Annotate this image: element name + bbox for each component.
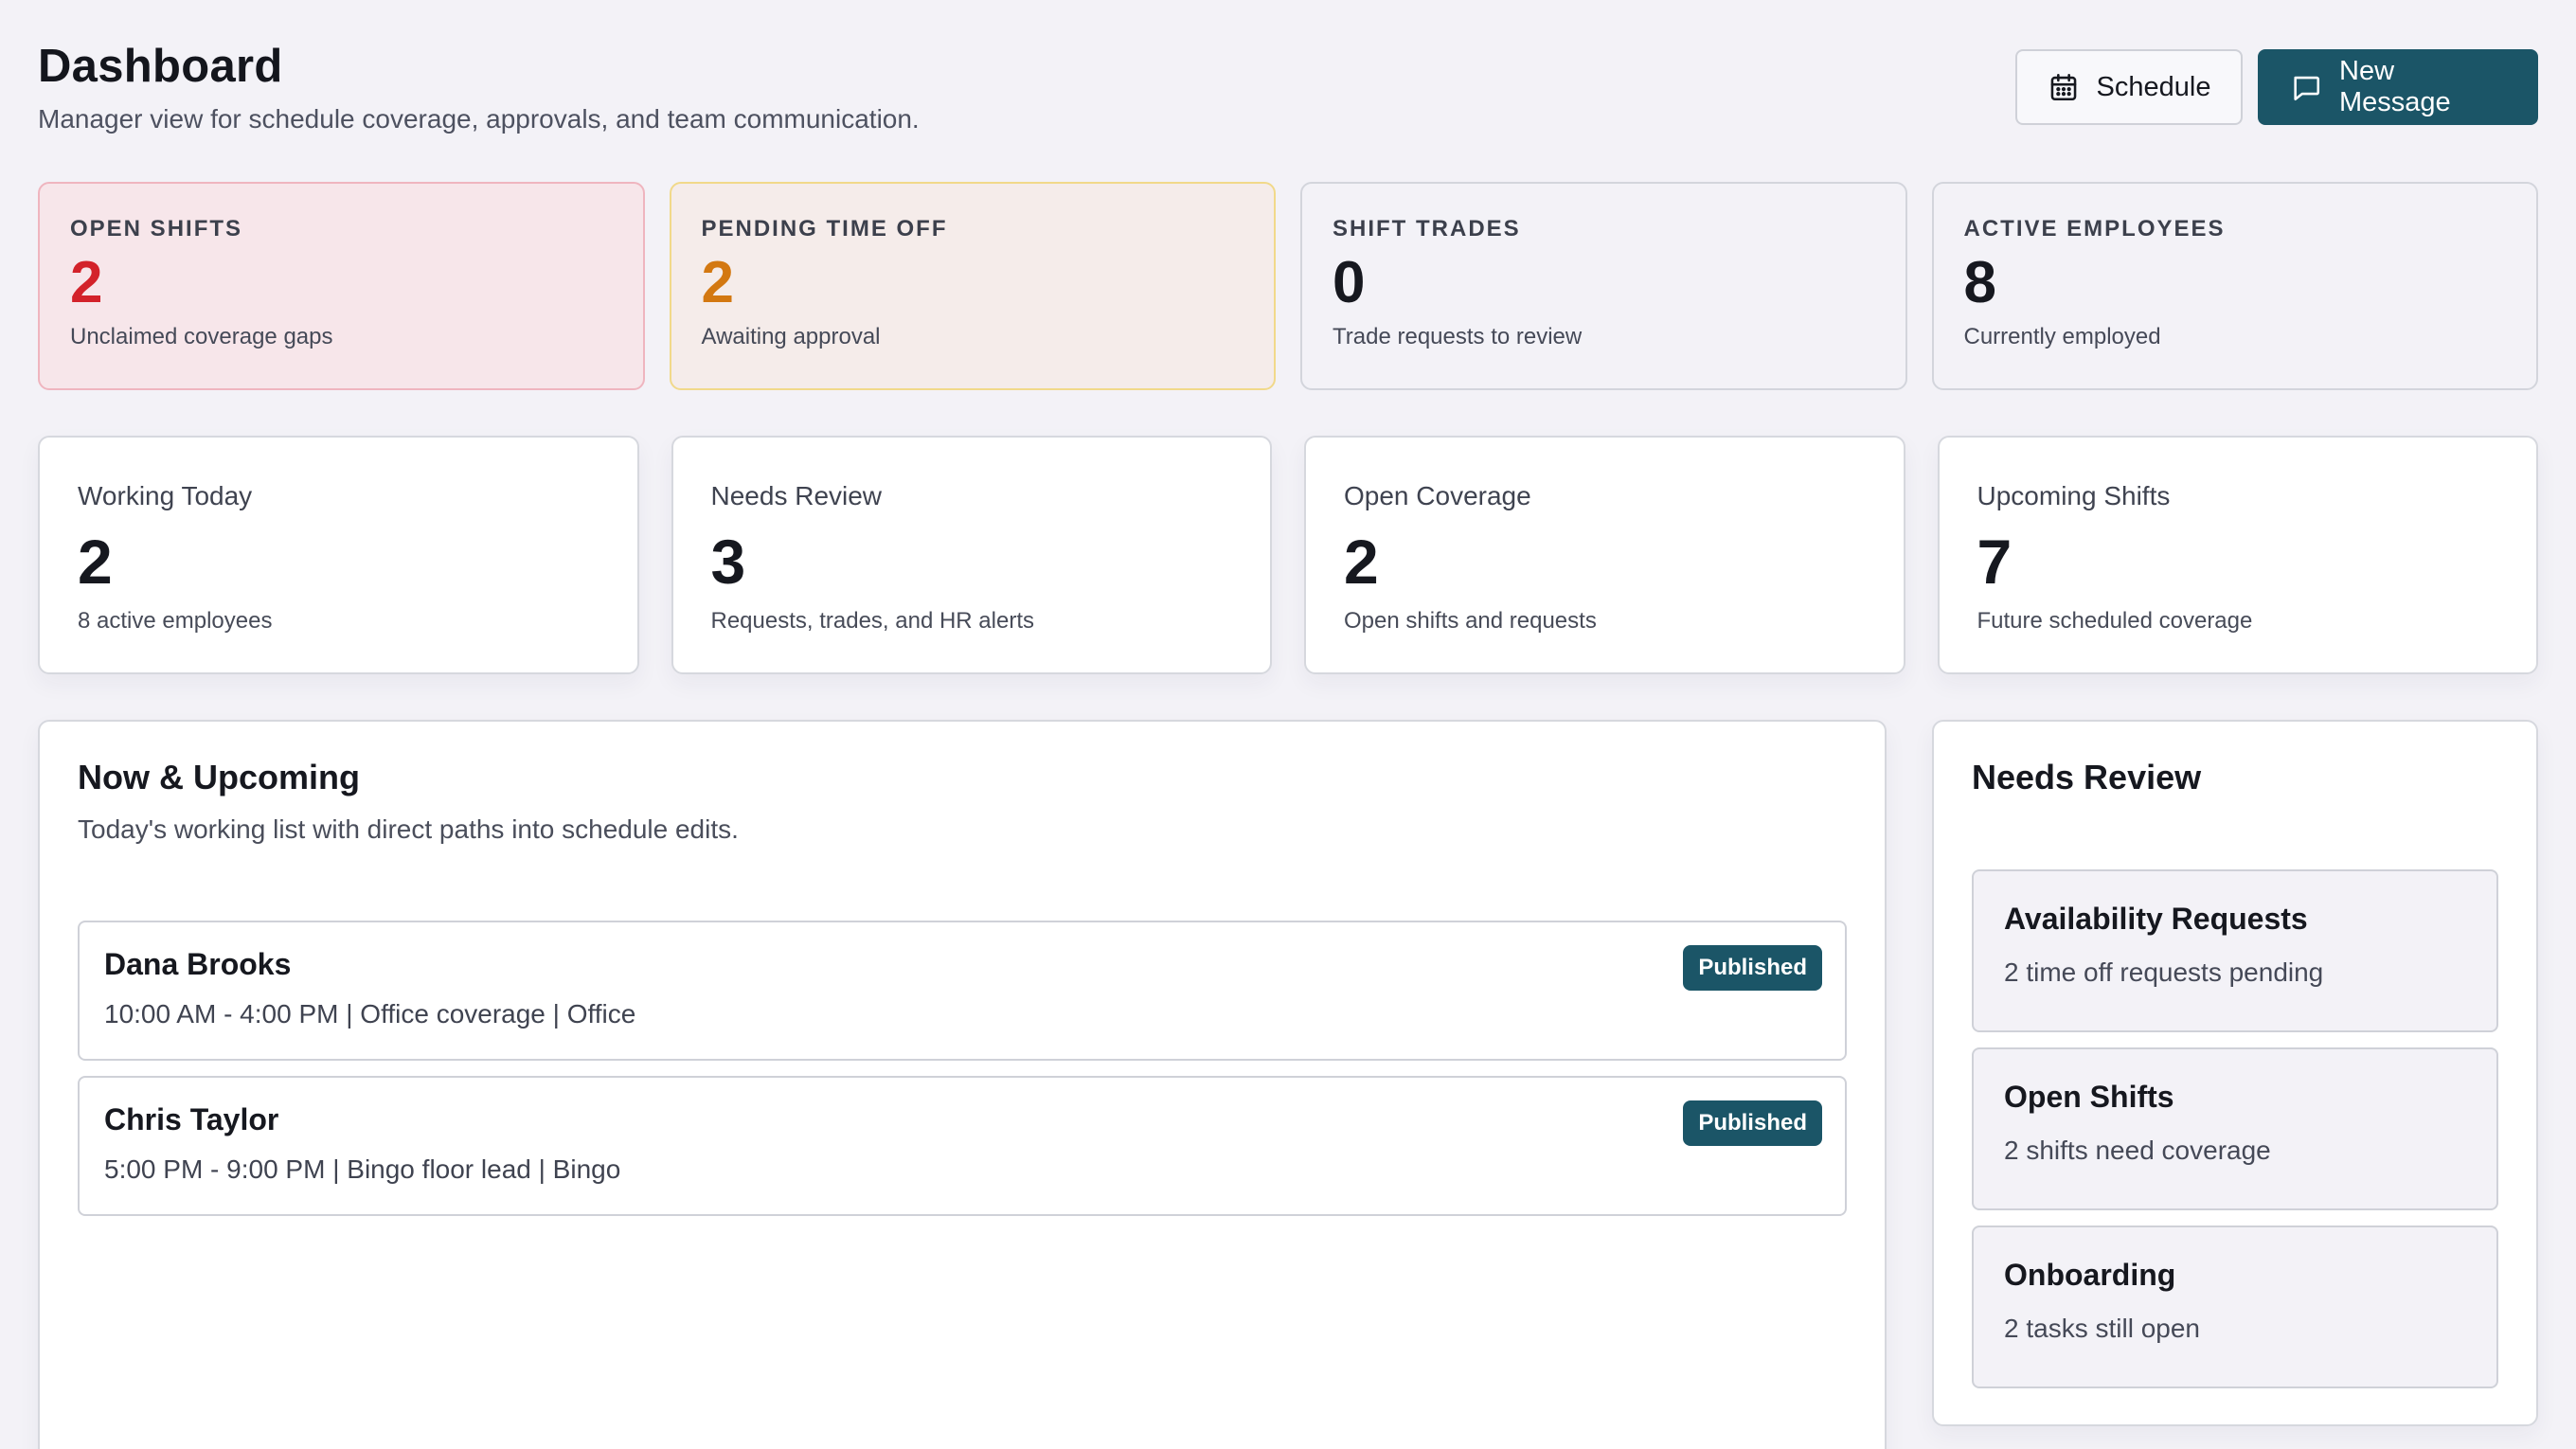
review-item-availability-requests[interactable]: Availability Requests 2 time off request… bbox=[1972, 869, 2498, 1032]
review-item-title: Open Shifts bbox=[2004, 1080, 2174, 1114]
review-item-note: 2 tasks still open bbox=[2004, 1314, 2200, 1343]
shift-employee-name: Chris Taylor bbox=[104, 1102, 279, 1136]
panel-title: Now & Upcoming bbox=[78, 758, 360, 796]
metric-label: Open Coverage bbox=[1344, 481, 1531, 510]
shift-detail: 5:00 PM - 9:00 PM | Bingo floor lead | B… bbox=[104, 1154, 621, 1184]
metric-value: 2 bbox=[1344, 527, 1379, 597]
page-header: Dashboard Manager view for schedule cove… bbox=[38, 38, 2538, 142]
metric-label: Working Today bbox=[78, 481, 253, 510]
metric-label: Upcoming Shifts bbox=[1977, 481, 2171, 510]
stat-note: Awaiting approval bbox=[701, 324, 881, 349]
metric-cards: Working Today 2 8 active employees Needs… bbox=[38, 436, 2538, 674]
metric-card-open-coverage[interactable]: Open Coverage 2 Open shifts and requests bbox=[1304, 436, 1905, 674]
stat-card-active-employees[interactable]: Active Employees 8 Currently employed bbox=[1931, 182, 2538, 390]
stat-value: 8 bbox=[1963, 250, 1996, 315]
review-item-title: Onboarding bbox=[2004, 1258, 2176, 1292]
review-item-note: 2 time off requests pending bbox=[2004, 957, 2324, 987]
dashboard-page: Dashboard Manager view for schedule cove… bbox=[0, 0, 2576, 1449]
status-badge: Published bbox=[1683, 945, 1822, 991]
review-list: Availability Requests 2 time off request… bbox=[1972, 869, 2498, 1388]
review-item-open-shifts[interactable]: Open Shifts 2 shifts need coverage bbox=[1972, 1047, 2498, 1210]
stat-note: Unclaimed coverage gaps bbox=[70, 324, 333, 349]
calendar-icon bbox=[2050, 73, 2076, 101]
stat-card-open-shifts[interactable]: Open Shifts 2 Unclaimed coverage gaps bbox=[38, 182, 645, 390]
shift-list: Dana Brooks 10:00 AM - 4:00 PM | Office … bbox=[78, 921, 1847, 1216]
schedule-button[interactable]: Schedule bbox=[2015, 49, 2243, 125]
stat-note: Trade requests to review bbox=[1333, 324, 1583, 349]
schedule-button-label: Schedule bbox=[2096, 71, 2211, 102]
metric-note: Future scheduled coverage bbox=[1977, 608, 2253, 634]
header-actions: Schedule New Message bbox=[2015, 49, 2538, 125]
status-badge: Published bbox=[1683, 1100, 1822, 1146]
stat-label: Open Shifts bbox=[70, 216, 243, 242]
panel-title: Needs Review bbox=[1972, 758, 2202, 796]
new-message-button[interactable]: New Message bbox=[2258, 49, 2538, 125]
review-item-title: Availability Requests bbox=[2004, 902, 2308, 936]
stat-value: 2 bbox=[701, 250, 734, 315]
metric-card-needs-review[interactable]: Needs Review 3 Requests, trades, and HR … bbox=[671, 436, 1272, 674]
review-item-onboarding[interactable]: Onboarding 2 tasks still open bbox=[1972, 1225, 2498, 1388]
metric-card-upcoming-shifts[interactable]: Upcoming Shifts 7 Future scheduled cover… bbox=[1937, 436, 2538, 674]
metric-label: Needs Review bbox=[710, 481, 883, 510]
metric-note: 8 active employees bbox=[78, 608, 273, 634]
shift-employee-name: Dana Brooks bbox=[104, 947, 292, 981]
metric-value: 3 bbox=[710, 527, 746, 597]
needs-review-panel: Needs Review Availability Requests 2 tim… bbox=[1932, 720, 2538, 1426]
stat-label: Active Employees bbox=[1963, 216, 2226, 242]
metric-card-working-today[interactable]: Working Today 2 8 active employees bbox=[38, 436, 639, 674]
stat-value: 0 bbox=[1333, 250, 1366, 315]
message-icon bbox=[2294, 76, 2320, 101]
summary-stats: Open Shifts 2 Unclaimed coverage gaps Pe… bbox=[38, 182, 2538, 390]
shift-item[interactable]: Chris Taylor 5:00 PM - 9:00 PM | Bingo f… bbox=[78, 1076, 1847, 1216]
stat-value: 2 bbox=[70, 250, 103, 315]
metric-note: Requests, trades, and HR alerts bbox=[710, 608, 1035, 634]
shift-item[interactable]: Dana Brooks 10:00 AM - 4:00 PM | Office … bbox=[78, 921, 1847, 1061]
metric-value: 2 bbox=[78, 527, 113, 597]
review-item-note: 2 shifts need coverage bbox=[2004, 1136, 2271, 1165]
now-upcoming-panel: Now & Upcoming Today's working list with… bbox=[38, 720, 1887, 1449]
stat-card-pending-time-off[interactable]: Pending Time Off 2 Awaiting approval bbox=[669, 182, 1276, 390]
shift-detail: 10:00 AM - 4:00 PM | Office coverage | O… bbox=[104, 999, 636, 1029]
stat-note: Currently employed bbox=[1963, 324, 2161, 349]
stat-card-shift-trades[interactable]: Shift Trades 0 Trade requests to review bbox=[1300, 182, 1907, 390]
stat-label: Pending Time Off bbox=[701, 216, 948, 242]
panel-subtitle: Today's working list with direct paths i… bbox=[78, 814, 739, 844]
metric-note: Open shifts and requests bbox=[1344, 608, 1597, 634]
metric-value: 7 bbox=[1977, 527, 2012, 597]
new-message-button-label: New Message bbox=[2339, 56, 2451, 117]
stat-label: Shift Trades bbox=[1333, 216, 1521, 242]
